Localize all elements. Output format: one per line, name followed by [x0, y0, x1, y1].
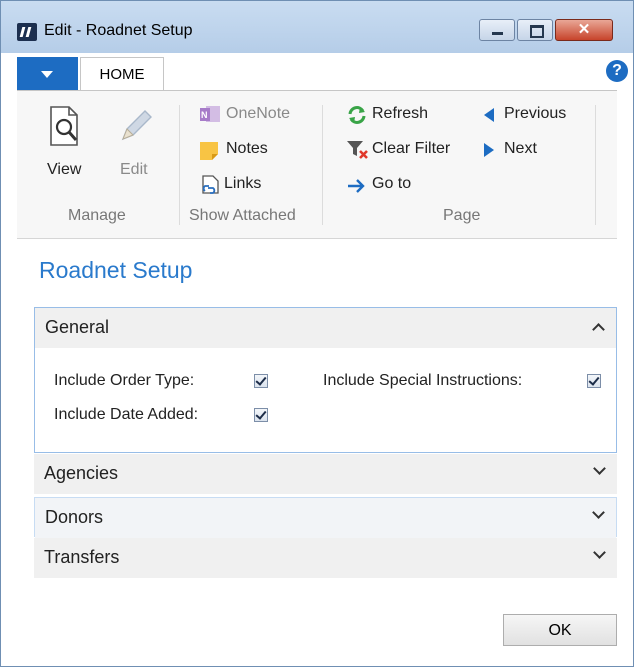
fasttab-general-header[interactable]: General	[35, 308, 616, 348]
fasttab-title: General	[45, 317, 110, 337]
page-title: Roadnet Setup	[39, 257, 193, 283]
edit-button[interactable]: Edit	[120, 161, 148, 179]
fasttab-title: Donors	[45, 507, 104, 527]
app-window: Edit - Roadnet Setup ✕ HOME ? View Edit …	[0, 0, 634, 667]
refresh-icon	[348, 106, 366, 124]
ribbon-tab-bar: HOME ?	[17, 53, 628, 91]
help-icon[interactable]: ?	[606, 60, 628, 82]
include-order-type-label: Include Order Type:	[54, 372, 195, 389]
onenote-icon: N	[200, 106, 220, 122]
fasttab-agencies-header[interactable]: Agencies	[34, 454, 617, 494]
links-button[interactable]: Links	[224, 175, 261, 193]
group-separator	[179, 105, 180, 225]
minimize-button[interactable]	[479, 19, 515, 41]
chevron-down-icon[interactable]	[593, 462, 606, 475]
tab-home[interactable]: HOME	[80, 57, 164, 91]
fasttab-transfers-header[interactable]: Transfers	[34, 538, 617, 578]
ok-button[interactable]: OK	[503, 614, 617, 646]
go-to-button[interactable]: Go to	[372, 175, 411, 193]
chevron-up-icon[interactable]	[592, 323, 605, 336]
chevron-down-icon[interactable]	[593, 546, 606, 559]
group-label-show-attached: Show Attached	[189, 207, 296, 224]
dynamics-nav-logo-icon	[17, 23, 37, 41]
svg-text:N: N	[201, 110, 208, 120]
group-separator	[595, 105, 596, 225]
fasttab-agencies[interactable]: Agencies	[34, 454, 617, 494]
ribbon: View Edit Manage N OneNote Notes Links S…	[17, 90, 617, 239]
fasttab-title: Transfers	[44, 547, 120, 567]
minimize-icon	[492, 32, 503, 35]
window-title: Edit - Roadnet Setup	[44, 22, 193, 39]
application-menu-button[interactable]	[17, 57, 78, 91]
fasttab-donors-header[interactable]: Donors	[35, 498, 616, 538]
view-icon	[50, 106, 78, 146]
previous-button[interactable]: Previous	[504, 105, 566, 123]
include-special-instructions-label: Include Special Instructions:	[323, 372, 523, 389]
fasttab-general: General Include Order Type: Include Date…	[34, 307, 617, 453]
notes-button[interactable]: Notes	[226, 140, 268, 158]
fasttab-title: Agencies	[44, 463, 119, 483]
clear-filter-button[interactable]: Clear Filter	[372, 140, 450, 158]
maximize-icon	[530, 25, 544, 38]
fasttab-donors[interactable]: Donors	[34, 497, 617, 538]
next-arrow-icon	[484, 143, 494, 157]
previous-arrow-icon	[484, 108, 494, 122]
go-to-arrow-icon	[348, 179, 365, 193]
notes-icon	[200, 142, 218, 160]
maximize-button[interactable]	[517, 19, 553, 41]
group-label-page: Page	[443, 207, 481, 224]
edit-pencil-icon	[121, 110, 152, 141]
group-label-manage: Manage	[68, 207, 126, 224]
group-separator	[322, 105, 323, 225]
dropdown-triangle-icon	[41, 71, 53, 78]
include-date-added-label: Include Date Added:	[54, 406, 199, 423]
include-special-instructions-checkbox[interactable]	[587, 374, 601, 388]
title-bar[interactable]: Edit - Roadnet Setup ✕	[1, 1, 633, 53]
include-date-added-checkbox[interactable]	[254, 408, 268, 422]
onenote-button[interactable]: OneNote	[226, 105, 290, 123]
include-order-type-checkbox[interactable]	[254, 374, 268, 388]
clear-filter-icon	[347, 141, 368, 159]
view-button[interactable]: View	[47, 161, 81, 179]
close-button[interactable]: ✕	[555, 19, 613, 41]
refresh-button[interactable]: Refresh	[372, 105, 428, 123]
chevron-down-icon[interactable]	[592, 506, 605, 519]
fasttab-transfers[interactable]: Transfers	[34, 538, 617, 578]
next-button[interactable]: Next	[504, 140, 537, 158]
links-icon	[202, 175, 219, 194]
close-icon: ✕	[577, 21, 591, 38]
